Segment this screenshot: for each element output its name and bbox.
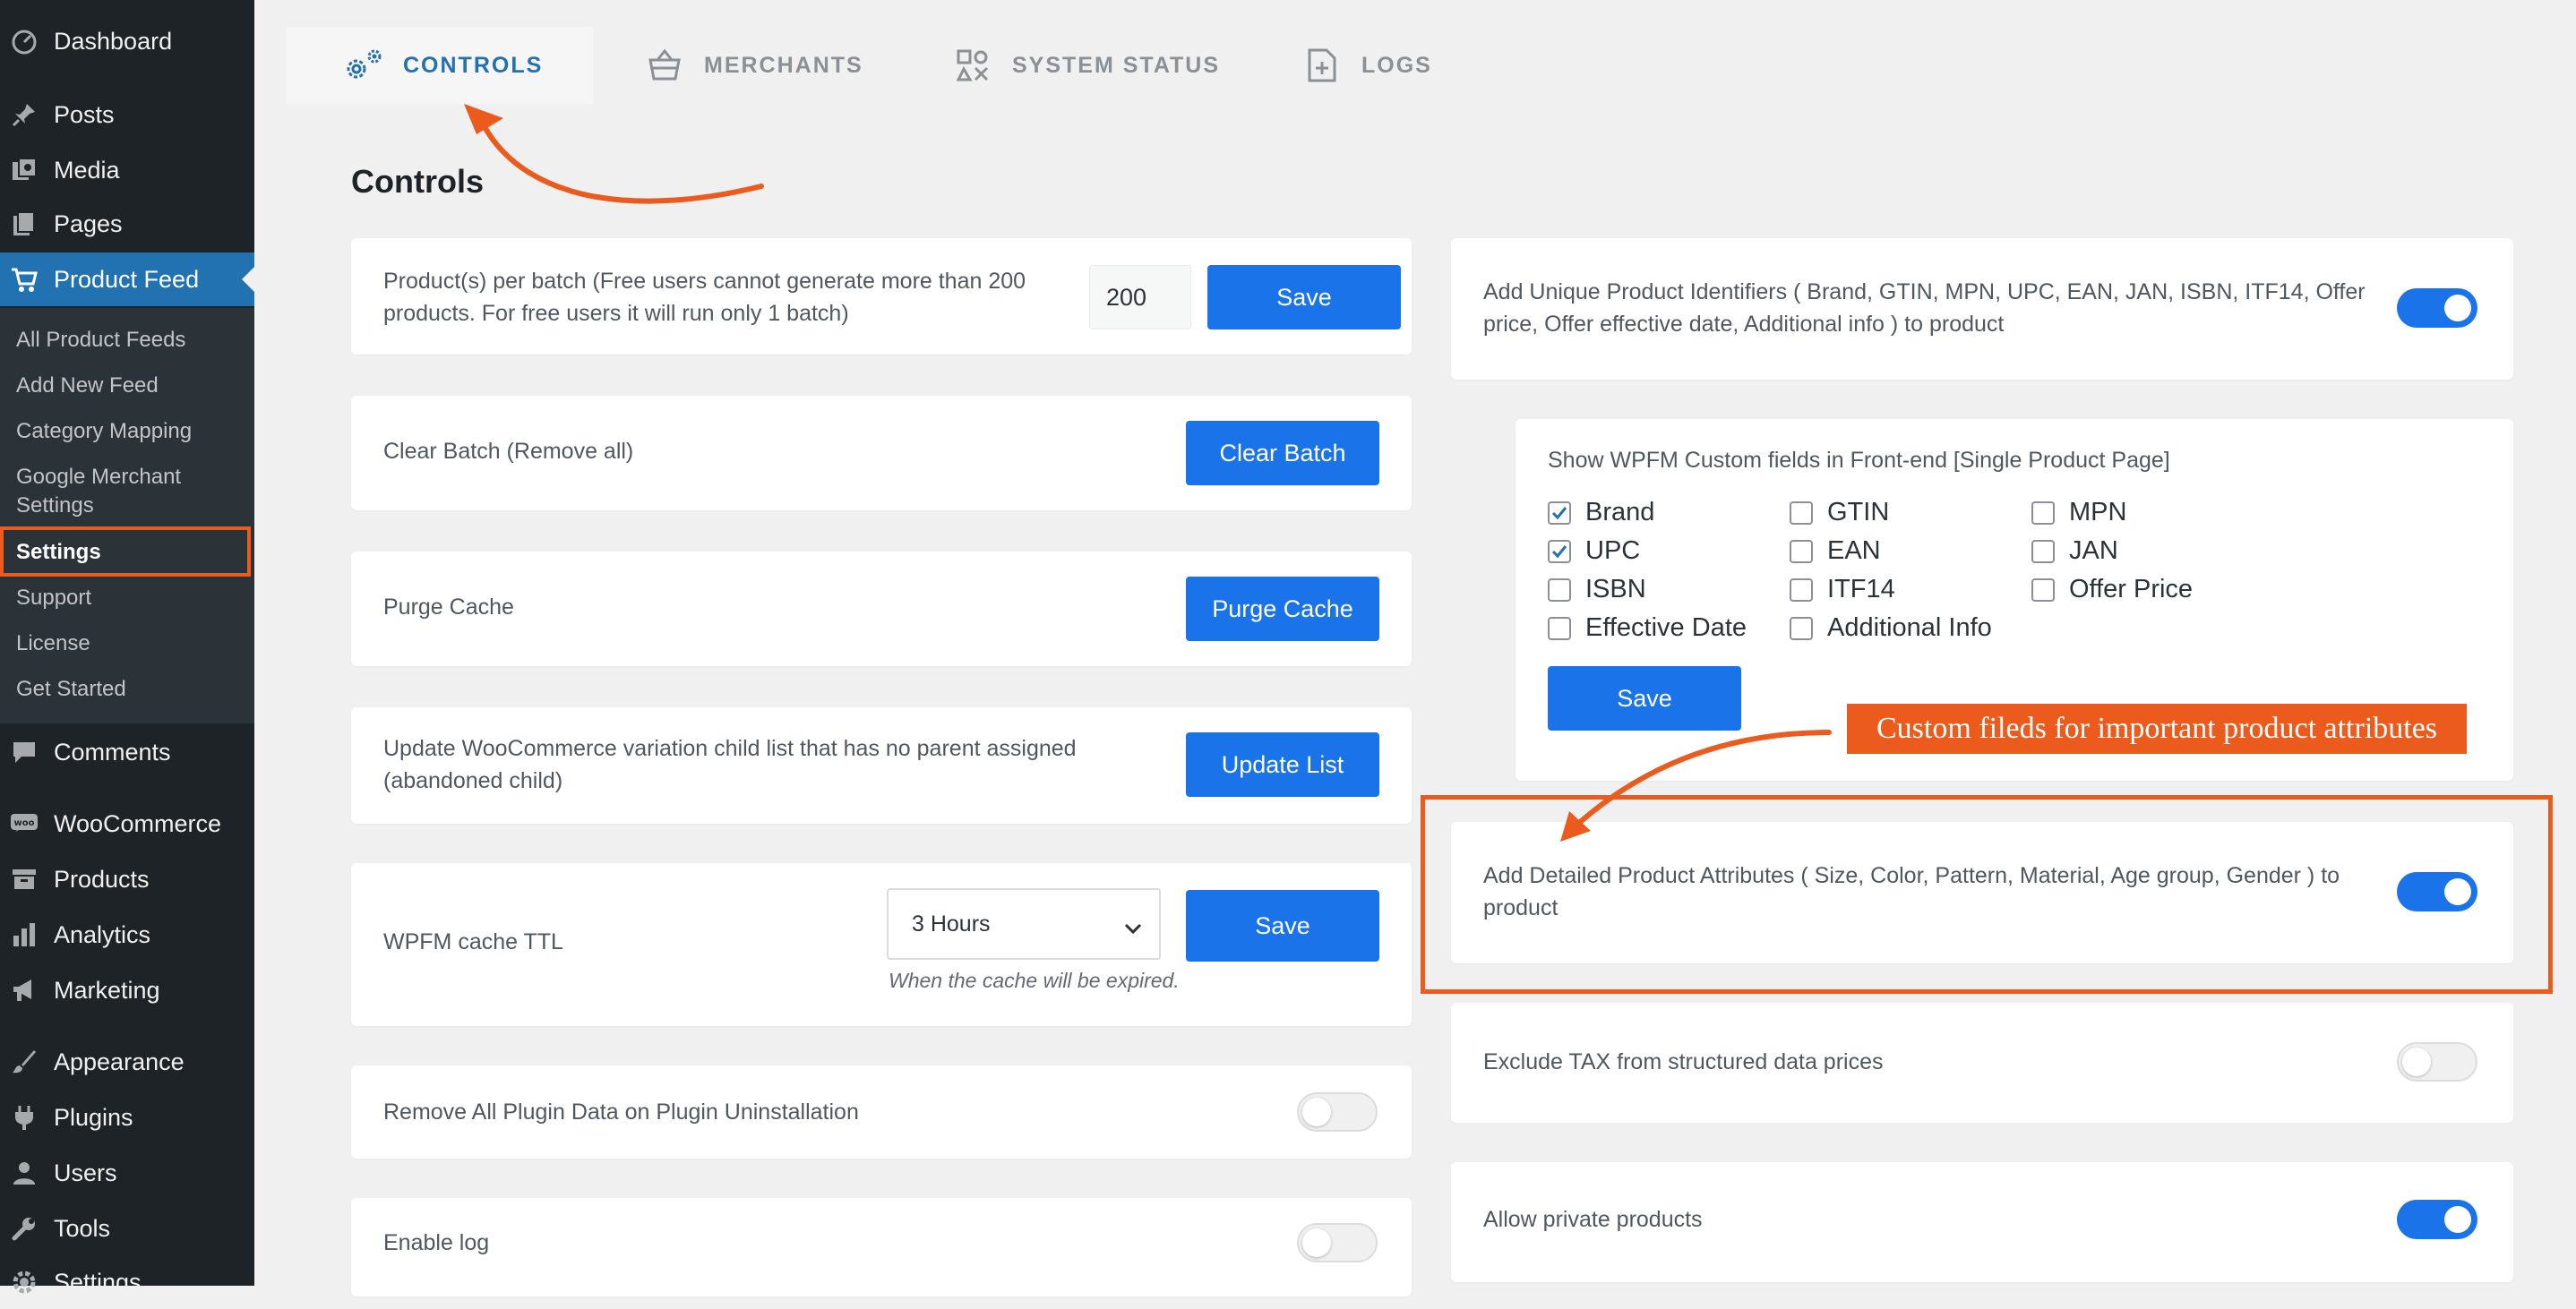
controls-tab-arrow bbox=[464, 104, 764, 204]
custom-fields-arrow bbox=[1560, 730, 1832, 842]
annotation-arrows bbox=[464, 104, 1832, 842]
